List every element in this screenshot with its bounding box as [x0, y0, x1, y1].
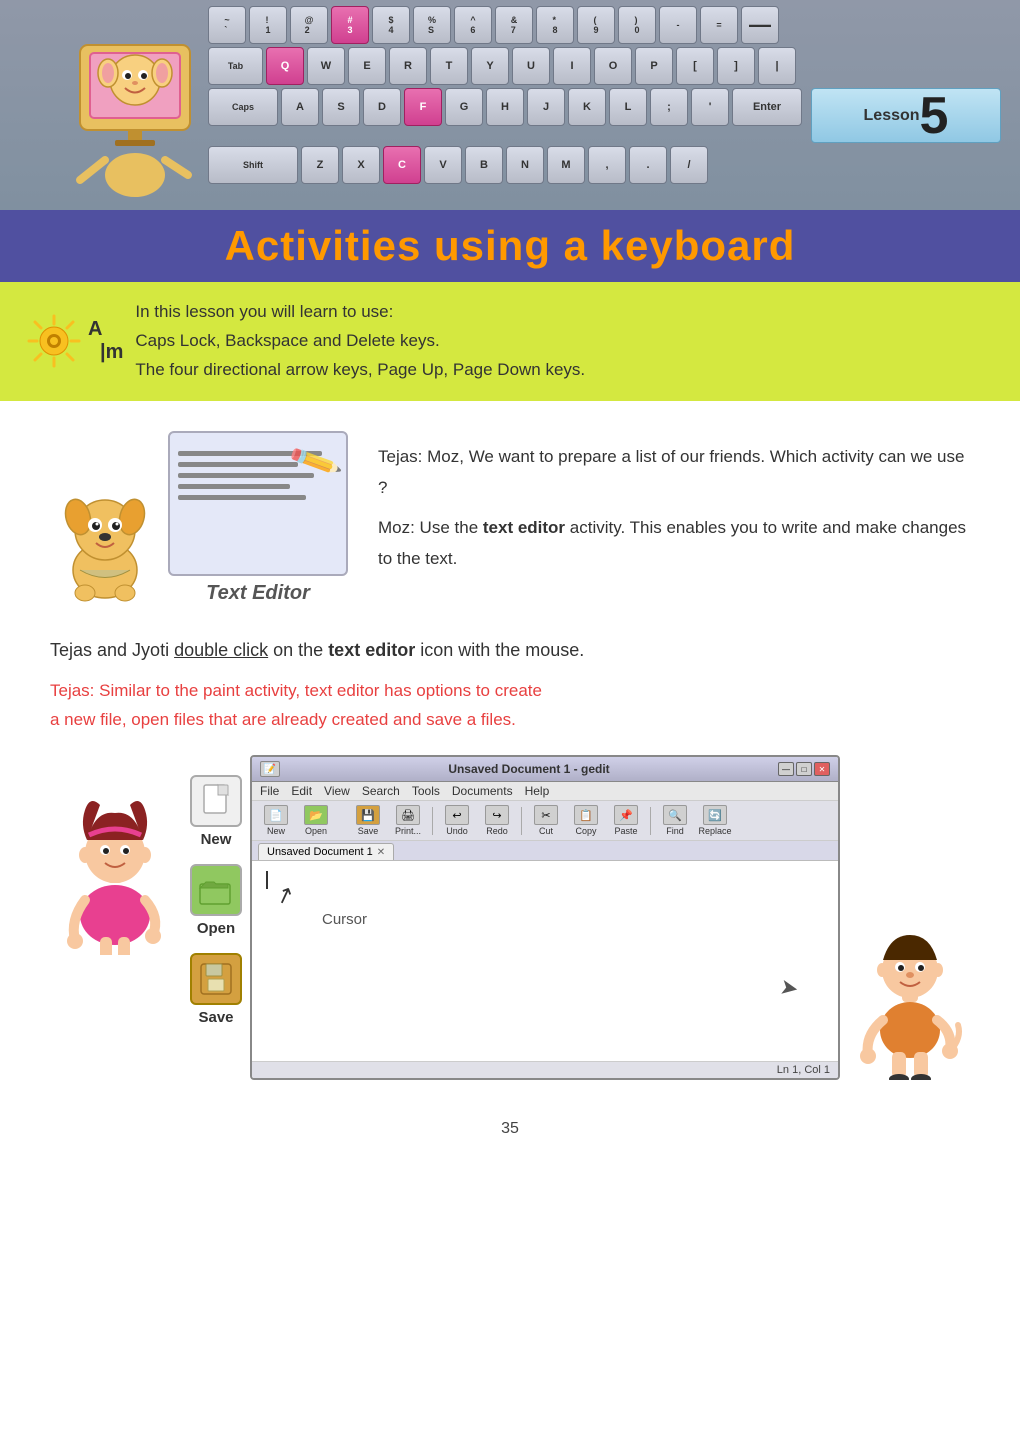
close-button[interactable]: ✕	[814, 762, 830, 776]
toolbar-cut[interactable]: ✂ Cut	[528, 805, 564, 836]
toolbar-paste[interactable]: 📌 Paste	[608, 805, 644, 836]
gedit-toolbar: 📄 New 📂 Open 💾 Save 🖨	[252, 801, 838, 841]
sidebar-icons: New Open Save	[190, 755, 242, 1080]
toolbar-open[interactable]: 📂 Open	[298, 805, 334, 836]
new-icon-item: New	[190, 775, 242, 848]
keyboard-banner: ~` !1 @2 #3 $4 %S ^6 &7 *8 (9 )0 - = — T…	[0, 0, 1020, 210]
save-icon-item: Save	[190, 953, 242, 1026]
girl-character	[55, 755, 175, 955]
gedit-titlebar: 📝 Unsaved Document 1 - gedit — □ ✕	[252, 757, 838, 782]
intro-text: In this lesson you will learn to use: Ca…	[135, 298, 585, 385]
boy-character-area	[850, 755, 970, 1080]
cursor-arrow: ↙	[272, 881, 298, 912]
icons-and-window: New Open Save	[190, 755, 840, 1080]
instruction-text: Tejas and Jyoti double click on the text…	[50, 635, 970, 666]
gedit-app-icon: 📝	[260, 761, 280, 777]
intro-box: A |m In this lesson you will learn to us…	[0, 282, 1020, 401]
menu-tools[interactable]: Tools	[412, 784, 440, 798]
toolbar-undo[interactable]: ↩ Undo	[439, 805, 475, 836]
toolbar-copy[interactable]: 📋 Copy	[568, 805, 604, 836]
dog-character	[50, 465, 160, 605]
open-file-icon[interactable]	[190, 864, 242, 916]
gedit-title-text: Unsaved Document 1 - gedit	[280, 762, 778, 776]
keyboard-character	[10, 5, 220, 205]
toolbar-find[interactable]: 🔍 Find	[657, 805, 693, 836]
text-cursor	[266, 871, 268, 889]
minimize-button[interactable]: —	[778, 762, 794, 776]
page-number: 35	[0, 1110, 1020, 1158]
open-icon-item: Open	[190, 864, 242, 937]
gedit-statusbar: Ln 1, Col 1	[252, 1061, 838, 1078]
keyboard-rows: ~` !1 @2 #3 $4 %S ^6 &7 *8 (9 )0 - = — T…	[200, 0, 1020, 210]
right-arrow-indicator: ➤	[777, 974, 800, 1003]
toolbar-redo[interactable]: ↪ Redo	[479, 805, 515, 836]
menu-view[interactable]: View	[324, 784, 350, 798]
editor-label: Text Editor	[206, 582, 310, 605]
aim-badge: A |m	[24, 311, 123, 371]
save-label: Save	[198, 1009, 233, 1026]
new-label: New	[201, 831, 232, 848]
main-content: ✏️ Text Editor Tejas: Moz, We want to pr…	[0, 401, 1020, 1110]
toolbar-replace[interactable]: 🔄 Replace	[697, 805, 733, 836]
gedit-tab-bar: Unsaved Document 1 ✕	[252, 841, 838, 861]
new-file-icon[interactable]	[190, 775, 242, 827]
menu-documents[interactable]: Documents	[452, 784, 513, 798]
save-file-icon[interactable]	[190, 953, 242, 1005]
window-controls[interactable]: — □ ✕	[778, 762, 830, 776]
girl-character-area	[50, 755, 180, 1080]
cursor-label: Cursor	[322, 911, 367, 928]
tejas-speech: Tejas: Similar to the paint activity, te…	[50, 677, 970, 735]
aim-letters: A |m	[88, 318, 123, 364]
menu-search[interactable]: Search	[362, 784, 400, 798]
main-title: Activities using a keyboard	[0, 222, 1020, 270]
boy-character	[850, 900, 970, 1080]
toolbar-print[interactable]: 🖨 Print...	[390, 805, 426, 836]
center-content: New Open Save	[190, 755, 840, 1080]
open-label: Open	[197, 920, 235, 937]
menu-help[interactable]: Help	[525, 784, 550, 798]
menu-edit[interactable]: Edit	[291, 784, 312, 798]
tab-close-button[interactable]: ✕	[377, 847, 385, 858]
gedit-editor-area[interactable]: ↙ Cursor ➤	[252, 861, 838, 1061]
menu-file[interactable]: File	[260, 784, 279, 798]
dialogue-section: ✏️ Text Editor Tejas: Moz, We want to pr…	[50, 431, 970, 605]
toolbar-save[interactable]: 💾 Save	[350, 805, 386, 836]
sun-icon	[25, 312, 83, 370]
maximize-button[interactable]: □	[796, 762, 812, 776]
gedit-menubar: File Edit View Search Tools Documents He…	[252, 782, 838, 801]
title-section: Activities using a keyboard	[0, 210, 1020, 282]
gedit-window: 📝 Unsaved Document 1 - gedit — □ ✕ File …	[250, 755, 840, 1080]
toolbar-new[interactable]: 📄 New	[258, 805, 294, 836]
dialogue-text: Tejas: Moz, We want to prepare a list of…	[378, 431, 970, 575]
gedit-full-area: New Open Save	[50, 755, 970, 1080]
gedit-tab[interactable]: Unsaved Document 1 ✕	[258, 843, 394, 860]
